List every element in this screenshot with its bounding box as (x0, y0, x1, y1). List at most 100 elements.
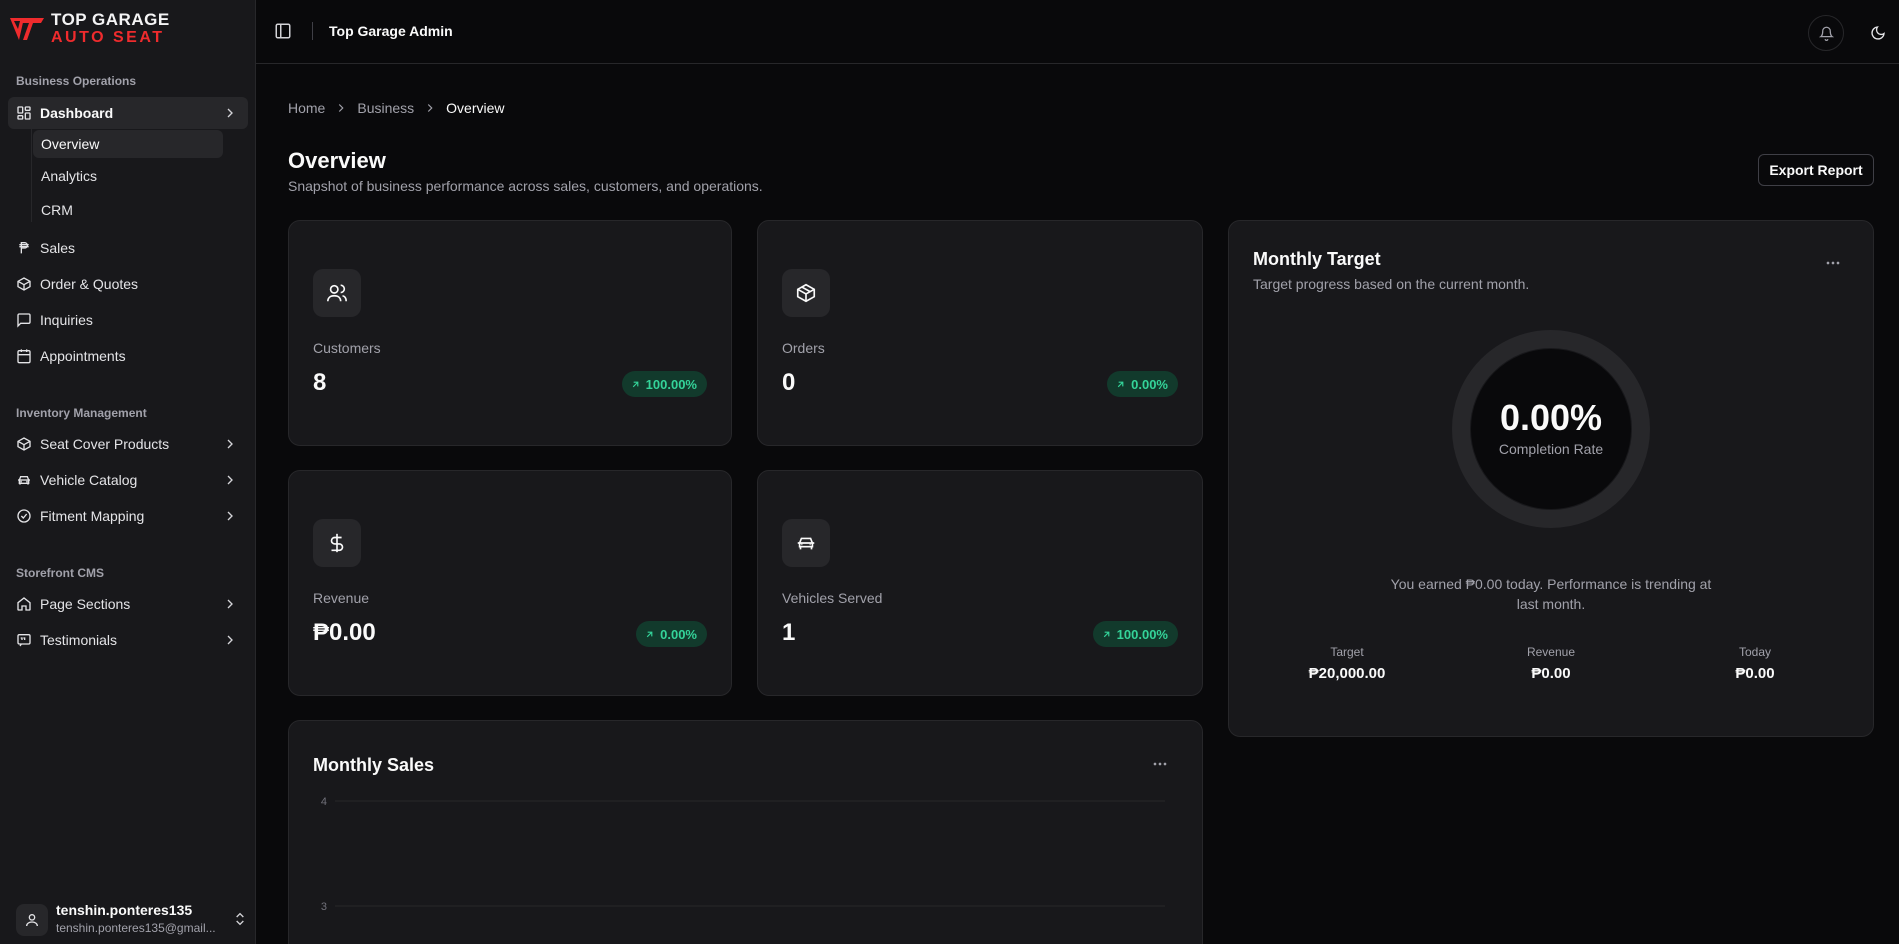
stat-value: 8 (313, 369, 327, 396)
more-horizontal-icon[interactable] (1823, 253, 1843, 273)
y-tick-label: 4 (321, 796, 327, 808)
user-email: tenshin.ponteres135@gmail... (56, 921, 216, 935)
topbar: Top Garage Admin (256, 0, 1899, 64)
chevron-right-icon (227, 599, 233, 609)
breadcrumb-home[interactable]: Home (288, 100, 325, 116)
more-horizontal-icon[interactable] (1150, 754, 1170, 774)
completion-value: 0.00% (1499, 397, 1603, 438)
card-subtitle: Target progress based on the current mon… (1253, 276, 1530, 292)
divider (312, 22, 313, 40)
brand-name: TOP GARAGE (51, 10, 170, 29)
target-stat-value: ₱20,000.00 (1308, 665, 1386, 682)
change-value: 100.00% (645, 376, 697, 392)
change-badge: 0.00% (1107, 371, 1178, 397)
change-value: 0.00% (1131, 376, 1168, 392)
stat-label: Vehicles Served (782, 590, 883, 606)
chevron-right-icon (227, 511, 233, 521)
sidebar: TOP GARAGE AUTO SEAT Business Operations… (0, 0, 256, 944)
sidebar-item-appointments[interactable]: Appointments (8, 340, 248, 372)
stat-value: 1 (782, 619, 796, 646)
users-icon (327, 284, 347, 302)
message-quote-icon (17, 634, 31, 647)
arrow-up-right-icon (646, 631, 653, 637)
peso-icon (19, 242, 29, 254)
sidebar-item-label: Appointments (40, 348, 126, 364)
stat-icon-box (313, 519, 361, 567)
y-tick-label: 3 (321, 901, 327, 913)
page-subtitle: Snapshot of business performance across … (288, 178, 763, 194)
theme-toggle-button[interactable] (1860, 15, 1896, 51)
car-icon (797, 537, 815, 550)
brand-tagline: AUTO SEAT (51, 29, 165, 46)
completion-label: Completion Rate (1498, 441, 1604, 457)
sidebar-item-label: Dashboard (40, 105, 114, 121)
home-icon (17, 597, 31, 611)
stat-card-vehicles-served: Vehicles Served 1 100.00% (757, 470, 1203, 696)
sidebar-toggle-icon[interactable] (274, 22, 292, 40)
sidebar-item-label: Fitment Mapping (40, 508, 145, 524)
chevron-right-icon (227, 108, 233, 118)
stat-card-customers: Customers 8 100.00% (288, 220, 732, 446)
sidebar-item-vehicle-catalog[interactable]: Vehicle Catalog (8, 464, 248, 496)
sidebar-item-testimonials[interactable]: Testimonials (8, 624, 248, 656)
export-report-button[interactable]: Export Report (1758, 154, 1874, 186)
chevron-right-icon (339, 104, 344, 112)
change-badge: 100.00% (1092, 621, 1178, 647)
stat-value: 0 (782, 369, 796, 396)
target-stat-today: Today ₱0.00 (1685, 645, 1825, 682)
breadcrumb-business[interactable]: Business (357, 100, 414, 116)
notifications-button[interactable] (1808, 15, 1844, 51)
sidebar-item-label: Inquiries (40, 312, 93, 328)
stat-card-orders: Orders 0 0.00% (757, 220, 1203, 446)
user-menu[interactable]: tenshin.ponteres135 tenshin.ponteres135@… (16, 900, 248, 936)
target-stat-label: Today (1738, 645, 1772, 659)
brand-logo[interactable]: TOP GARAGE AUTO SEAT (10, 8, 210, 48)
sidebar-item-label: Seat Cover Products (40, 436, 170, 452)
sidebar-item-inquiries[interactable]: Inquiries (8, 304, 248, 336)
sidebar-item-label: Order & Quotes (40, 276, 139, 292)
chevrons-up-down-icon (236, 912, 244, 926)
chevron-right-icon (227, 635, 233, 645)
arrow-up-right-icon (1103, 631, 1110, 637)
check-circle-icon (17, 509, 31, 523)
sidebar-subitem-crm[interactable]: CRM (33, 196, 223, 224)
monthly-sales-chart: 43 (321, 796, 1165, 913)
sidebar-item-label: Testimonials (40, 632, 118, 648)
sidebar-item-seat-cover-products[interactable]: Seat Cover Products (8, 428, 248, 460)
card-title: Monthly Target (1253, 249, 1381, 269)
stat-label: Orders (782, 340, 825, 356)
message-square-icon (17, 313, 31, 328)
arrow-up-right-icon (632, 381, 639, 387)
group-label-business: Business Operations (16, 74, 137, 88)
sidebar-item-label: Vehicle Catalog (40, 472, 138, 488)
target-stat-target: Target ₱20,000.00 (1277, 645, 1417, 682)
change-value: 100.00% (1116, 626, 1168, 642)
arrow-up-right-icon (1117, 381, 1124, 387)
change-badge: 100.00% (621, 371, 707, 397)
sidebar-item-label: Page Sections (40, 596, 131, 612)
target-stat-label: Revenue (1526, 645, 1576, 659)
sidebar-item-fitment-mapping[interactable]: Fitment Mapping (8, 500, 248, 532)
user-icon (26, 914, 38, 927)
sidebar-item-page-sections[interactable]: Page Sections (8, 588, 248, 620)
chevron-right-icon (227, 439, 233, 449)
stat-icon-box (782, 269, 830, 317)
bell-icon (1818, 26, 1834, 41)
sidebar-subitem-analytics[interactable]: Analytics (33, 162, 223, 190)
chevron-right-icon (227, 475, 233, 485)
chevron-right-icon (428, 104, 433, 112)
calendar-icon (17, 349, 31, 364)
sidebar-item-dashboard[interactable]: Dashboard (8, 97, 248, 129)
app-title: Top Garage Admin (329, 23, 453, 39)
change-value: 0.00% (660, 626, 697, 642)
sidebar-item-sales[interactable]: Sales (8, 232, 248, 264)
sidebar-item-label: Sales (40, 240, 76, 256)
stat-label: Customers (313, 340, 381, 356)
breadcrumb: Home Business Overview (288, 100, 505, 116)
stat-value: ₱0.00 (313, 619, 376, 646)
layout-dashboard-icon (17, 106, 31, 120)
box-icon (796, 283, 816, 303)
moon-icon (1871, 26, 1885, 40)
sidebar-subitem-overview[interactable]: Overview (33, 130, 223, 158)
sidebar-item-orders[interactable]: Order & Quotes (8, 268, 248, 300)
